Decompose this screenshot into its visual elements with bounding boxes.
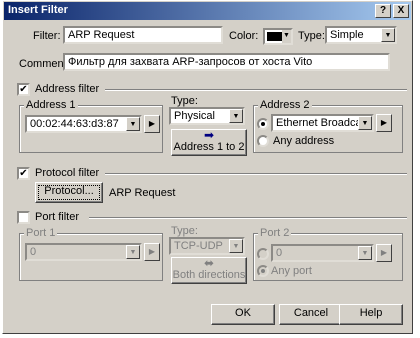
port2-label: Port 2 — [258, 227, 292, 239]
protocol-filter-label: Protocol filter — [35, 167, 100, 179]
color-swatch — [267, 32, 282, 41]
port-filter-label: Port filter — [35, 211, 80, 223]
chevron-down-icon: ▼ — [126, 245, 140, 259]
port2-any-radio[interactable] — [257, 265, 269, 277]
address2-value: Ethernet Broadcast — [276, 117, 371, 129]
chevron-down-icon: ▼ — [282, 30, 291, 43]
address1-browse-button[interactable]: ▶ — [144, 115, 160, 133]
port1-browse-button[interactable]: ▶ — [144, 243, 160, 261]
chevron-down-icon: ▼ — [229, 109, 243, 123]
port2-value: 0 — [276, 247, 283, 259]
port1-select[interactable]: 0 ▼ — [25, 243, 142, 261]
color-picker[interactable]: ▼ — [263, 28, 293, 45]
address-type-select[interactable]: Physical ▼ — [169, 107, 245, 125]
chevron-down-icon: ▼ — [229, 239, 243, 253]
port2-any-label: Any port — [271, 265, 312, 277]
color-label: Color: — [229, 30, 259, 42]
address-type-label: Type: — [171, 95, 198, 107]
ok-button[interactable]: OK — [211, 304, 275, 325]
chevron-down-icon: ▼ — [358, 116, 372, 130]
protocol-value: ARP Request — [109, 187, 176, 199]
divider — [89, 217, 407, 219]
address1-value: 00:02:44:63:d3:87 — [30, 118, 119, 130]
divider — [105, 89, 407, 91]
dialog-title: Insert Filter — [8, 4, 68, 16]
comment-input[interactable]: Фильтр для захвата ARP-запросов от хоста… — [63, 53, 390, 71]
address1-select[interactable]: 00:02:44:63:d3:87 ▼ — [25, 115, 142, 133]
filter-type-select[interactable]: Simple ▼ — [325, 26, 397, 44]
filter-label: Filter: — [33, 30, 61, 42]
port2-select[interactable]: 0 ▼ — [271, 244, 374, 262]
cancel-button[interactable]: Cancel — [279, 304, 343, 325]
help-button[interactable]: Help — [339, 304, 403, 325]
address-filter-label: Address filter — [35, 83, 100, 95]
port-type-select[interactable]: TCP-UDP ▼ — [169, 237, 245, 255]
protocol-filter-checkbox[interactable]: ✔ — [17, 167, 30, 180]
port-type-label: Type: — [171, 225, 198, 237]
port1-label: Port 1 — [24, 227, 58, 239]
address2-select[interactable]: Ethernet Broadcast ▼ — [271, 114, 374, 132]
port-filter-checkbox[interactable] — [17, 211, 30, 224]
type-label: Type: — [298, 30, 325, 42]
arrow-right-icon: ➡ — [203, 128, 215, 142]
chevron-down-icon: ▼ — [358, 246, 372, 260]
divider — [105, 173, 407, 175]
address2-label: Address 2 — [258, 99, 312, 111]
address2-any-label: Any address — [273, 135, 335, 147]
double-arrow-icon: ⬌ — [203, 256, 215, 270]
port-type-value: TCP-UDP — [174, 240, 223, 252]
port-direction-label: Both directions — [172, 269, 246, 281]
port-direction-button[interactable]: ⬌ Both directions — [171, 257, 247, 284]
port2-browse-button[interactable]: ▶ — [376, 244, 392, 262]
address-type-value: Physical — [174, 110, 215, 122]
help-title-button[interactable]: ? — [375, 4, 391, 18]
address-filter-checkbox[interactable]: ✔ — [17, 83, 30, 96]
address2-specific-radio[interactable] — [257, 118, 269, 130]
address2-any-radio[interactable] — [257, 135, 269, 147]
address2-browse-button[interactable]: ▶ — [376, 114, 392, 132]
insert-filter-dialog: Insert Filter ? X Filter: ARP Request Co… — [2, 0, 413, 334]
address1-label: Address 1 — [24, 99, 78, 111]
port2-specific-radio[interactable] — [257, 248, 269, 260]
address-direction-label: Address 1 to 2 — [173, 141, 245, 153]
port1-value: 0 — [30, 246, 37, 258]
address-direction-button[interactable]: ➡ Address 1 to 2 — [171, 129, 247, 156]
chevron-down-icon: ▼ — [381, 28, 395, 42]
protocol-button[interactable]: Protocol... — [35, 182, 103, 203]
filter-type-value: Simple — [330, 29, 364, 41]
close-icon[interactable]: X — [393, 4, 409, 18]
title-bar: Insert Filter ? X — [4, 2, 411, 20]
filter-name-input[interactable]: ARP Request — [63, 26, 223, 44]
chevron-down-icon: ▼ — [126, 117, 140, 131]
